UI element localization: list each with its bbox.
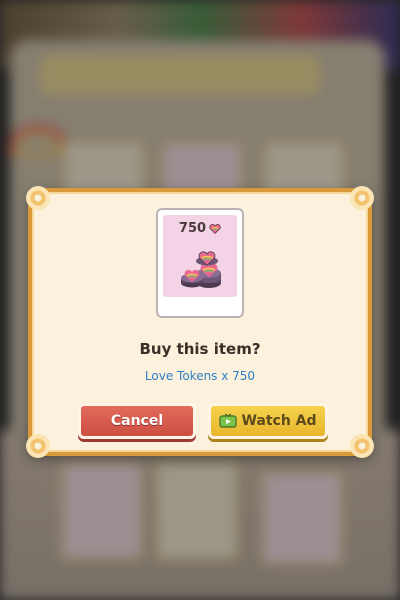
item-price-value: 750 [178,221,207,236]
corner-ornament [350,434,374,458]
watch-ad-button[interactable]: Watch Ad [208,403,328,439]
cancel-button-label: Cancel [110,413,164,429]
item-card: 750 [156,208,244,318]
purchase-dialog: 750 Buy this item? Love Tokens x 750 Can… [26,186,374,458]
item-price: 750 [163,221,237,236]
corner-ornament [26,434,50,458]
tv-icon [219,414,238,428]
watch-ad-button-label: Watch Ad [241,413,317,429]
heart-tokens-stack-icon [181,251,221,288]
item-card-image-area: 750 [163,215,237,297]
rainbow-heart-icon [209,223,221,234]
dialog-title: Buy this item? [139,340,261,358]
item-description: Love Tokens x 750 [144,369,256,383]
corner-ornament [26,186,50,210]
cancel-button[interactable]: Cancel [78,403,196,439]
corner-ornament [350,186,374,210]
